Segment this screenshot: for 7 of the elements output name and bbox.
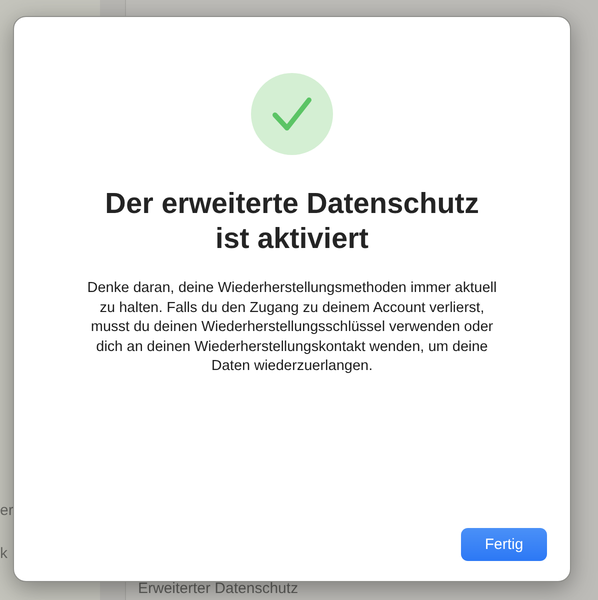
dialog-title: Der erweiterte Datenschutz ist aktiviert [104, 187, 480, 257]
dialog-message: Denke daran, deine Wiederherstellungsmethoden immer aktuell zu halten. Falls du den Zugang zu deinem Account verlierst, musst du deinen Wiederherstellungsschlüssel verwenden oder dich an deinen Wiederherstellungskontakt wenden, um deine Daten wiederzuerlangen. [86, 279, 498, 376]
sidebar-item: k [0, 545, 8, 562]
settings-item[interactable]: Erweiterter Datenschutz [138, 580, 598, 597]
checkmark-icon [251, 73, 333, 155]
sidebar-item: er [0, 502, 14, 519]
done-button[interactable]: Fertig [461, 528, 547, 561]
